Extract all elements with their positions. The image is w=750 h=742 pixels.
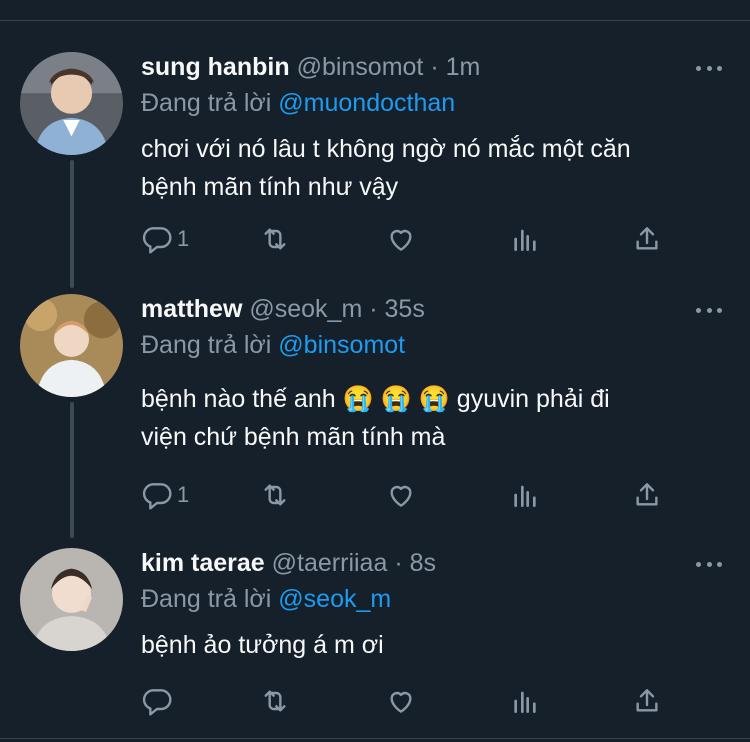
replying-to-label: Đang trả lời <box>141 89 272 117</box>
replying-to-label: Đang trả lời <box>141 331 272 359</box>
reply-count: 1 <box>177 226 190 251</box>
tweet-header: matthew @seok_m · 35s <box>141 294 425 324</box>
reply-button[interactable]: 1 <box>141 222 189 256</box>
user-handle[interactable]: @taerriiaa <box>272 549 388 577</box>
reply-icon <box>141 479 173 511</box>
avatar[interactable] <box>20 52 123 155</box>
tweet-actions: 1 <box>141 222 741 256</box>
views-button[interactable] <box>509 684 541 718</box>
avatar-image <box>20 52 123 155</box>
tweet[interactable]: matthew @seok_m · 35s Đang trả lời @bins… <box>0 294 750 510</box>
top-divider <box>0 20 750 21</box>
heart-icon <box>385 223 417 255</box>
tweet-actions <box>141 684 741 718</box>
analytics-icon <box>509 685 541 717</box>
tweet-text: bệnh ảo tưởng á m ơi <box>141 626 741 664</box>
views-button[interactable] <box>509 478 541 512</box>
share-button[interactable] <box>631 222 663 256</box>
share-button[interactable] <box>631 478 663 512</box>
replying-to-label: Đang trả lời <box>141 585 272 613</box>
tweet-text-line: bệnh mãn tính như vậy <box>141 173 399 201</box>
heart-icon <box>385 685 417 717</box>
display-name[interactable]: sung hanbin <box>141 53 290 81</box>
tweet-text-line: chơi với nó lâu t không ngờ nó mắc một c… <box>141 135 631 163</box>
tweet-actions: 1 <box>141 478 741 512</box>
retweet-icon <box>259 479 291 511</box>
avatar-image <box>20 294 123 397</box>
views-button[interactable] <box>509 222 541 256</box>
retweet-icon <box>259 685 291 717</box>
analytics-icon <box>509 479 541 511</box>
analytics-icon <box>509 223 541 255</box>
tweet-header: kim taerae @taerriiaa · 8s <box>141 548 436 578</box>
mention-link[interactable]: @binsomot <box>278 331 405 359</box>
mention-link[interactable]: @seok_m <box>278 585 391 613</box>
share-icon <box>631 223 663 255</box>
share-icon <box>631 479 663 511</box>
display-name[interactable]: kim taerae <box>141 549 265 577</box>
avatar[interactable] <box>20 548 123 651</box>
tweet-text: chơi với nó lâu t không ngờ nó mắc một c… <box>141 130 741 206</box>
display-name[interactable]: matthew <box>141 295 242 323</box>
bottom-divider <box>0 738 750 739</box>
mention-link[interactable]: @muondocthan <box>278 89 455 117</box>
separator-dot: · <box>430 53 439 81</box>
share-button[interactable] <box>631 684 663 718</box>
tweet-text-line: bệnh nào thế anh 😭 😭 😭 gyuvin phải đi <box>141 385 610 413</box>
replying-to: Đang trả lời @seok_m <box>141 584 391 614</box>
like-button[interactable] <box>385 222 417 256</box>
more-icon[interactable] <box>696 554 722 574</box>
reply-icon <box>141 685 173 717</box>
separator-dot: · <box>394 549 403 577</box>
avatar-image <box>20 548 123 651</box>
tweet-text-line: bệnh ảo tưởng á m ơi <box>141 631 384 659</box>
share-icon <box>631 685 663 717</box>
timestamp[interactable]: 1m <box>446 53 481 81</box>
tweet-header: sung hanbin @binsomot · 1m <box>141 52 480 82</box>
replying-to: Đang trả lời @muondocthan <box>141 88 455 118</box>
user-handle[interactable]: @seok_m <box>249 295 362 323</box>
more-icon[interactable] <box>696 300 722 320</box>
timestamp[interactable]: 35s <box>385 295 425 323</box>
timestamp[interactable]: 8s <box>410 549 436 577</box>
separator-dot: · <box>369 295 378 323</box>
retweet-button[interactable] <box>259 222 291 256</box>
retweet-icon <box>259 223 291 255</box>
tweet[interactable]: kim taerae @taerriiaa · 8s Đang trả lời … <box>0 548 750 728</box>
reply-icon <box>141 223 173 255</box>
more-icon[interactable] <box>696 58 722 78</box>
tweet-text-line: viện chứ bệnh mãn tính mà <box>141 423 446 451</box>
reply-button[interactable]: 1 <box>141 478 189 512</box>
user-handle[interactable]: @binsomot <box>297 53 424 81</box>
reply-count: 1 <box>177 482 190 507</box>
tweet-text: bệnh nào thế anh 😭 😭 😭 gyuvin phải đi vi… <box>141 380 741 456</box>
retweet-button[interactable] <box>259 684 291 718</box>
avatar[interactable] <box>20 294 123 397</box>
like-button[interactable] <box>385 684 417 718</box>
retweet-button[interactable] <box>259 478 291 512</box>
replying-to: Đang trả lời @binsomot <box>141 330 405 360</box>
tweet[interactable]: sung hanbin @binsomot · 1m Đang trả lời … <box>0 52 750 262</box>
like-button[interactable] <box>385 478 417 512</box>
reply-button[interactable] <box>141 684 177 718</box>
heart-icon <box>385 479 417 511</box>
